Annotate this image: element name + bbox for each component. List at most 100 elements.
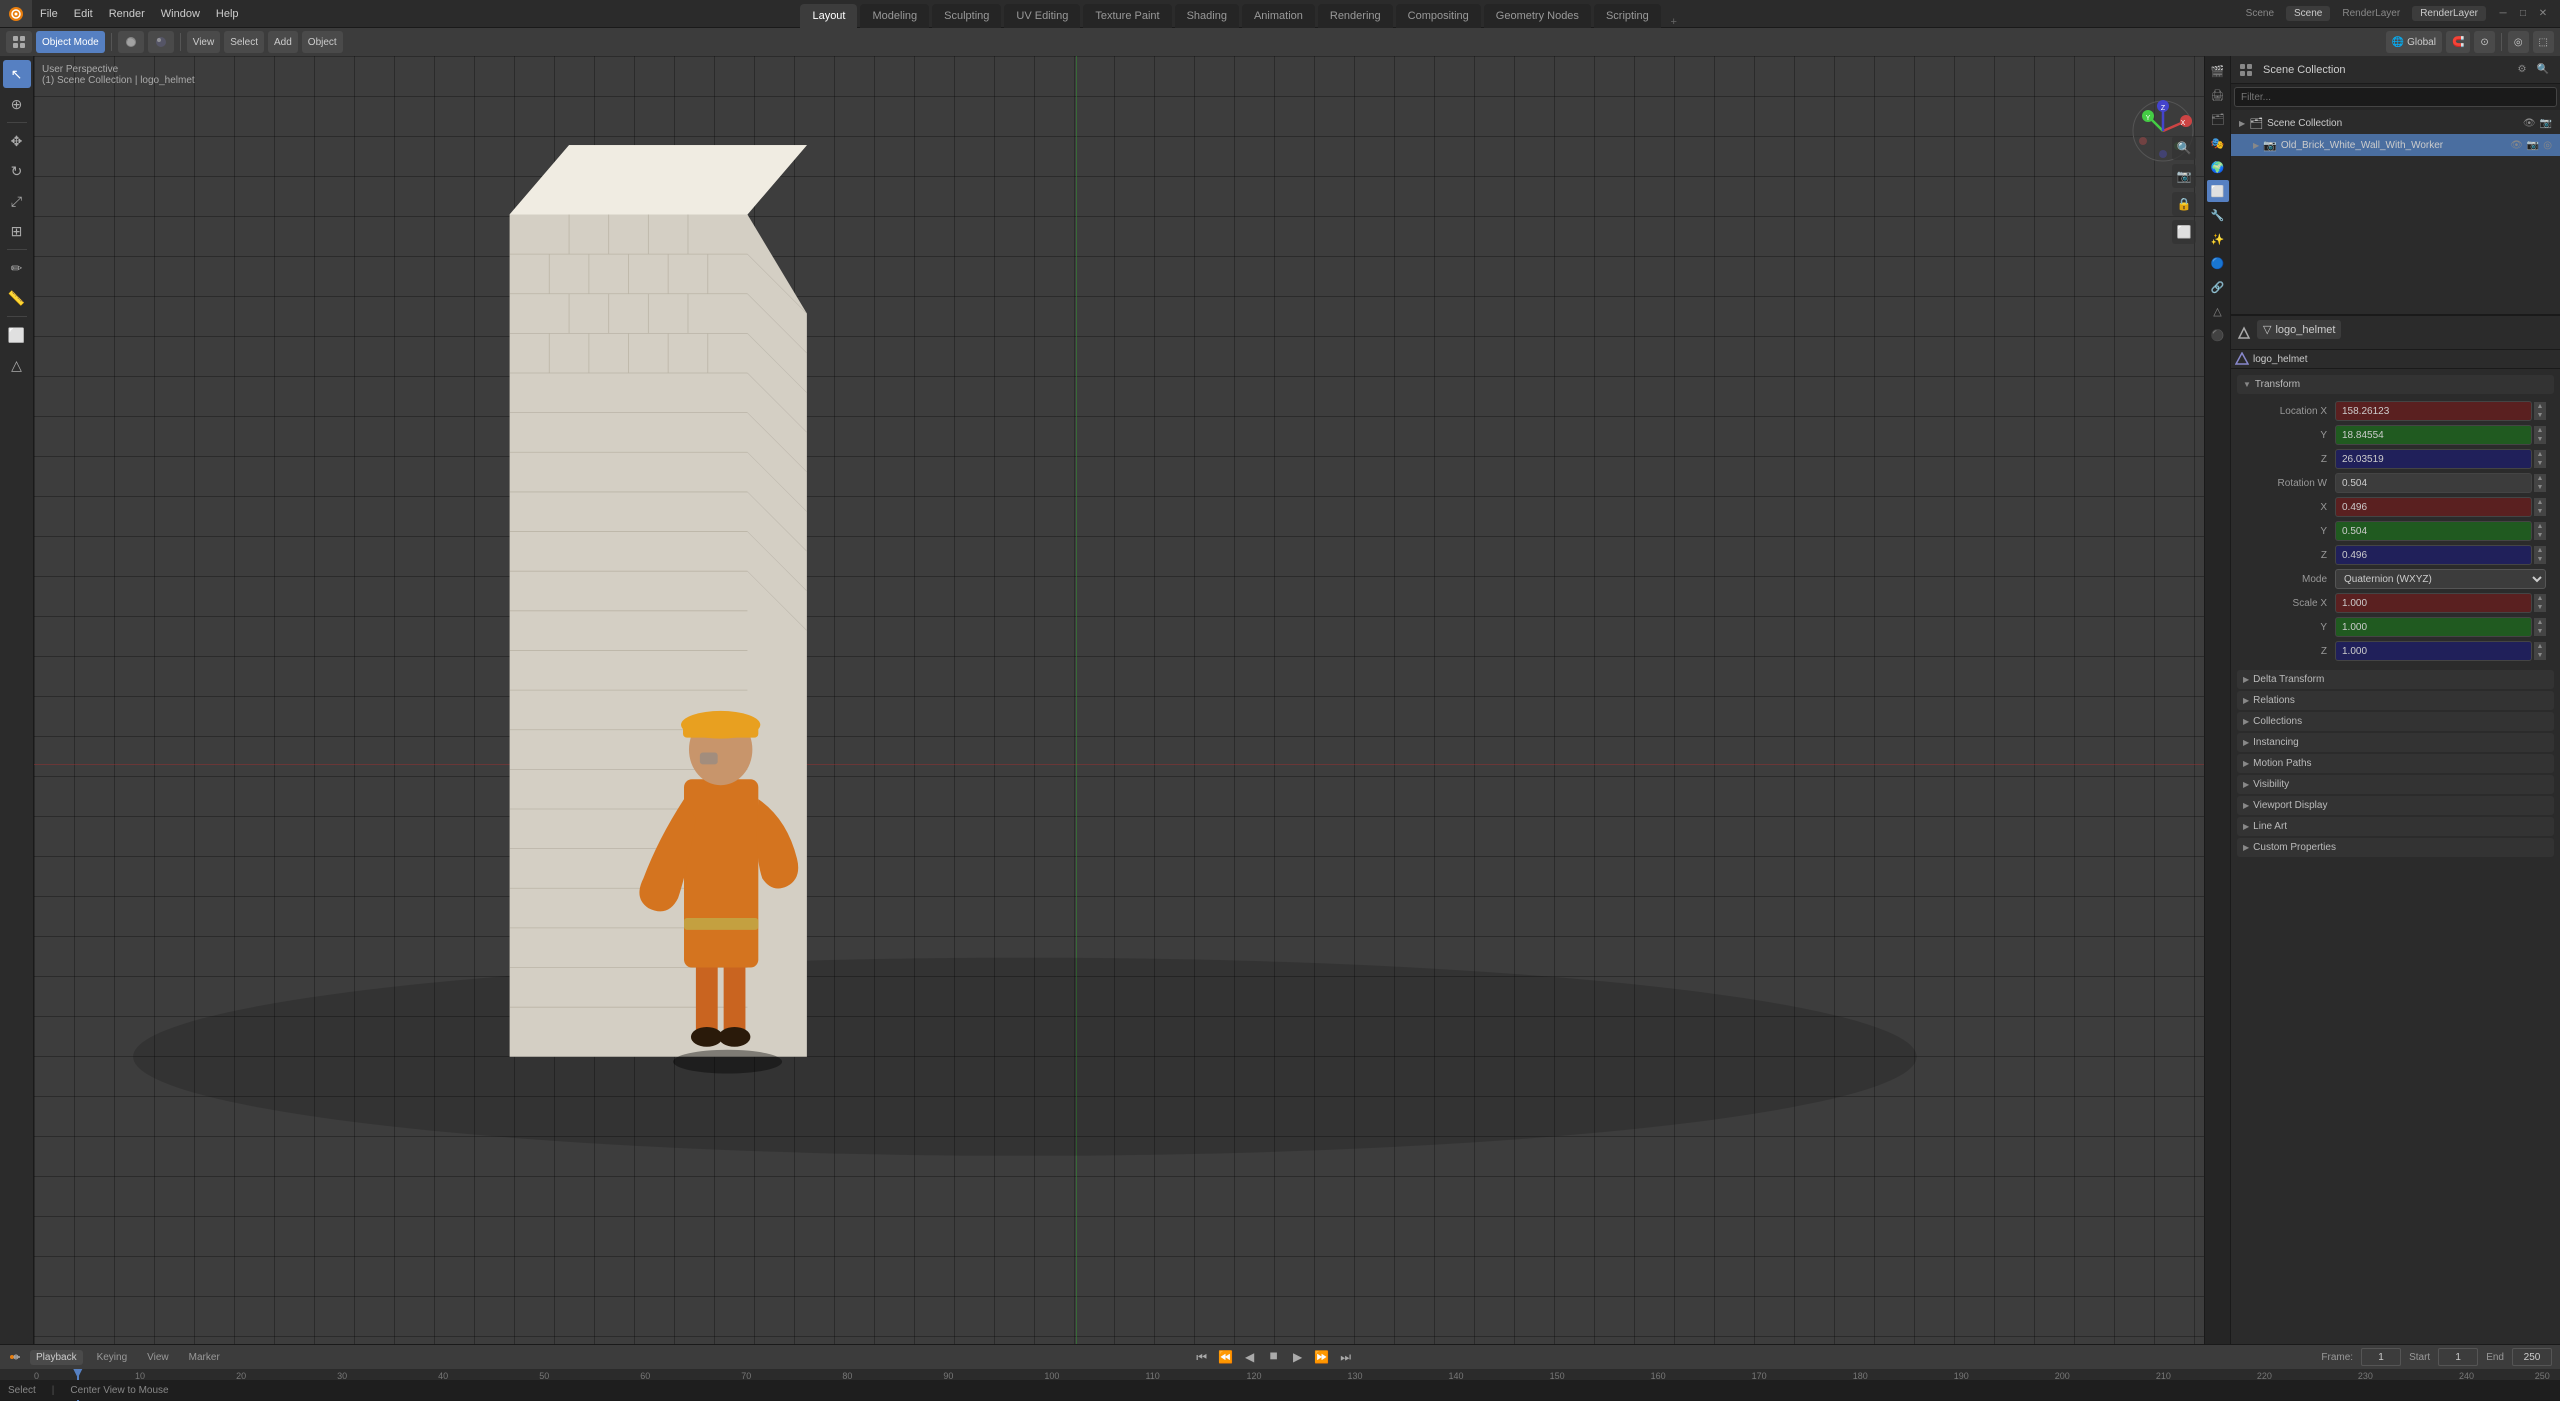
tab-layout[interactable]: Layout [800, 4, 857, 28]
step-forward-btn[interactable]: ⏩ [1312, 1347, 1332, 1367]
tab-geometry-nodes[interactable]: Geometry Nodes [1484, 4, 1591, 28]
loc-x-up[interactable]: ▲ [2534, 402, 2546, 411]
props-object-name-field[interactable]: ▽ logo_helmet [2257, 320, 2341, 339]
add-btn[interactable]: Add [268, 31, 298, 53]
overlay-btn[interactable]: ◎ [2508, 31, 2529, 53]
rotation-y-value[interactable]: 0.504 [2335, 521, 2532, 541]
jump-end-btn[interactable]: ⏭ [1336, 1347, 1356, 1367]
rotate-tool[interactable]: ↻ [3, 157, 31, 185]
stop-btn[interactable]: ⏹ [1264, 1347, 1284, 1367]
scale-x-up[interactable]: ▲ [2534, 594, 2546, 603]
tab-texture-paint[interactable]: Texture Paint [1083, 4, 1171, 28]
location-z-value[interactable]: 26.03519 [2335, 449, 2532, 469]
local-view-btn[interactable]: ⬜ [2172, 220, 2196, 244]
rot-z-up[interactable]: ▲ [2534, 546, 2546, 555]
object-props-icon[interactable]: ⬜ [2207, 180, 2229, 202]
physics-props-icon[interactable]: 🔵 [2207, 252, 2229, 274]
minimize-btn[interactable]: ─ [2494, 5, 2512, 23]
collections-header[interactable]: ▶ Collections [2237, 712, 2554, 731]
scale-y-up[interactable]: ▲ [2534, 618, 2546, 627]
move-tool[interactable]: ✥ [3, 127, 31, 155]
relations-header[interactable]: ▶ Relations [2237, 691, 2554, 710]
delta-transform-header[interactable]: ▶ Delta Transform [2237, 670, 2554, 689]
blender-menu[interactable] [0, 0, 32, 27]
editor-type-btn[interactable] [6, 31, 32, 53]
camera-view-btn[interactable]: 📷 [2172, 164, 2196, 188]
scale-tool[interactable]: ⤢ [3, 187, 31, 215]
measure-tool[interactable]: 📏 [3, 284, 31, 312]
output-props-icon[interactable]: 🖨 [2207, 84, 2229, 106]
viewport-shading-material[interactable] [148, 31, 174, 53]
object-btn[interactable]: Object [302, 31, 343, 53]
motion-paths-header[interactable]: ▶ Motion Paths [2237, 754, 2554, 773]
proportional-btn[interactable]: ⊙ [2474, 31, 2494, 53]
help-menu[interactable]: Help [208, 0, 247, 27]
particles-props-icon[interactable]: ✨ [2207, 228, 2229, 250]
cursor-tool[interactable]: ⊕ [3, 90, 31, 118]
select-btn[interactable]: Select [224, 31, 264, 53]
eye-icon2[interactable]: 👁 [2510, 140, 2523, 151]
modifier-props-icon[interactable]: 🔧 [2207, 204, 2229, 226]
global-transform-btn[interactable]: 🌐 Global [2386, 31, 2442, 53]
instancing-header[interactable]: ▶ Instancing [2237, 733, 2554, 752]
loc-z-down[interactable]: ▼ [2534, 459, 2546, 468]
marker-tab[interactable]: Marker [183, 1350, 226, 1365]
file-menu[interactable]: File [32, 0, 66, 27]
scale-x-down[interactable]: ▼ [2534, 603, 2546, 612]
tab-uv-editing[interactable]: UV Editing [1004, 4, 1080, 28]
keying-tab[interactable]: Keying [91, 1350, 134, 1365]
step-back-btn[interactable]: ⏪ [1216, 1347, 1236, 1367]
render-menu[interactable]: Render [101, 0, 153, 27]
tab-scripting[interactable]: Scripting [1594, 4, 1661, 28]
rot-y-up[interactable]: ▲ [2534, 522, 2546, 531]
rot-y-down[interactable]: ▼ [2534, 531, 2546, 540]
tab-sculpting[interactable]: Sculpting [932, 4, 1001, 28]
view-tab[interactable]: View [141, 1350, 175, 1365]
zoom-in-btn[interactable]: 🔍 [2172, 136, 2196, 160]
loc-x-down[interactable]: ▼ [2534, 411, 2546, 420]
playback-tab[interactable]: Playback [30, 1350, 83, 1365]
outliner-object-row[interactable]: ▶ 📷 Old_Brick_White_Wall_With_Worker 👁 📷… [2231, 134, 2560, 156]
custom-properties-header[interactable]: ▶ Custom Properties [2237, 838, 2554, 857]
outliner-scene-collection[interactable]: ▶ 🗂 Scene Collection 👁 📷 [2231, 112, 2560, 134]
rotation-x-value[interactable]: 0.496 [2335, 497, 2532, 517]
rot-x-down[interactable]: ▼ [2534, 507, 2546, 516]
viewport-shading-solid[interactable] [118, 31, 144, 53]
view-layer-props-icon[interactable]: 🗂 [2207, 108, 2229, 130]
rotation-w-value[interactable]: 0.504 [2335, 473, 2532, 493]
play-reverse-btn[interactable]: ◀ [1240, 1347, 1260, 1367]
tab-shading[interactable]: Shading [1175, 4, 1239, 28]
scene-selector[interactable]: Scene [2286, 6, 2330, 21]
filter-icon[interactable]: ⚙ [2513, 61, 2531, 79]
transform-tool[interactable]: ⊞ [3, 217, 31, 245]
data-props-icon[interactable]: △ [2207, 300, 2229, 322]
scale-x-value[interactable]: 1.000 [2335, 593, 2532, 613]
snap-btn[interactable]: 🧲 [2446, 31, 2470, 53]
transform-header[interactable]: ▼ Transform [2237, 375, 2554, 394]
line-art-header[interactable]: ▶ Line Art [2237, 817, 2554, 836]
constraints-props-icon[interactable]: 🔗 [2207, 276, 2229, 298]
rotation-z-value[interactable]: 0.496 [2335, 545, 2532, 565]
scale-z-value[interactable]: 1.000 [2335, 641, 2532, 661]
renderlayer-selector[interactable]: RenderLayer [2412, 6, 2486, 21]
scale-z-up[interactable]: ▲ [2534, 642, 2546, 651]
material-props-icon[interactable]: ⚫ [2207, 324, 2229, 346]
add-primitive-tool[interactable]: △ [3, 351, 31, 379]
outliner-search[interactable] [2234, 87, 2557, 107]
tab-animation[interactable]: Animation [1242, 4, 1315, 28]
scale-y-down[interactable]: ▼ [2534, 627, 2546, 636]
visibility-header[interactable]: ▶ Visibility [2237, 775, 2554, 794]
select-tool[interactable]: ↖ [3, 60, 31, 88]
rot-z-down[interactable]: ▼ [2534, 555, 2546, 564]
render-icon[interactable]: ◎ [2543, 140, 2552, 151]
frame-end-input[interactable] [2512, 1348, 2552, 1366]
restrict-icon[interactable]: 📷 [2527, 140, 2539, 151]
frame-start-input[interactable] [2438, 1348, 2478, 1366]
3d-viewport[interactable]: User Perspective (1) Scene Collection | … [34, 56, 2204, 1344]
location-y-value[interactable]: 18.84554 [2335, 425, 2532, 445]
world-props-icon[interactable]: 🌍 [2207, 156, 2229, 178]
view-btn[interactable]: View [187, 31, 221, 53]
play-btn[interactable]: ▶ [1288, 1347, 1308, 1367]
lock-view-btn[interactable]: 🔒 [2172, 192, 2196, 216]
filter-search-icon[interactable]: 🔍 [2534, 61, 2552, 79]
